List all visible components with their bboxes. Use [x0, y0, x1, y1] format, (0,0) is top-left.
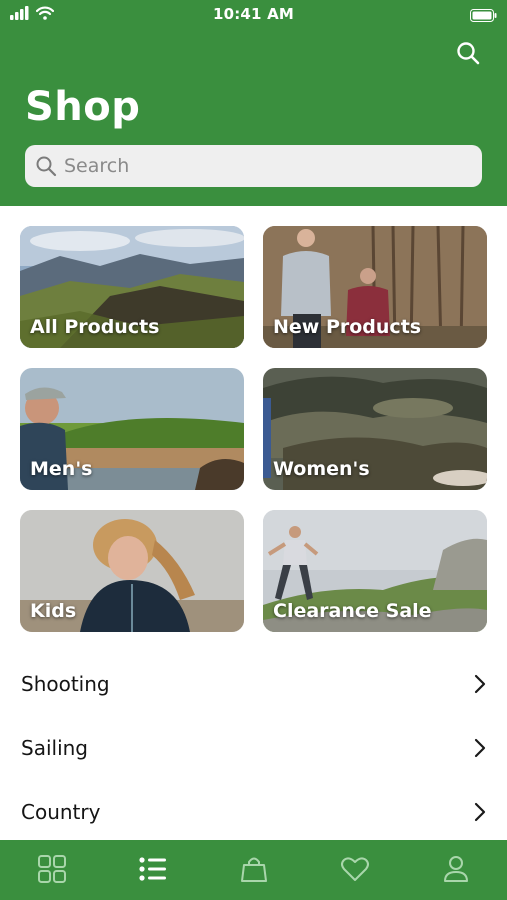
- battery-icon: [470, 9, 497, 22]
- search-input[interactable]: Search: [25, 145, 482, 187]
- category-label: Country: [21, 800, 101, 824]
- category-label: Shooting: [21, 672, 110, 696]
- status-bar: 10:41 AM: [0, 0, 507, 28]
- tile-womens[interactable]: Women's: [263, 368, 487, 490]
- search-placeholder: Search: [64, 155, 130, 177]
- search-field-icon: [36, 156, 57, 177]
- tab-bar: [0, 840, 507, 900]
- tile-label: All Products: [30, 316, 160, 338]
- tile-kids[interactable]: Kids: [20, 510, 244, 632]
- tile-label: Kids: [30, 600, 77, 622]
- category-row-sailing[interactable]: Sailing: [0, 716, 507, 780]
- tile-label: Clearance Sale: [273, 600, 432, 622]
- tile-new-products[interactable]: New Products: [263, 226, 487, 348]
- category-row-country[interactable]: Country: [0, 780, 507, 844]
- page-title: Shop: [25, 84, 141, 130]
- tile-label: Men's: [30, 458, 93, 480]
- chevron-right-icon: [474, 674, 486, 694]
- header: 10:41 AM Shop Search: [0, 0, 507, 206]
- category-row-shooting[interactable]: Shooting: [0, 652, 507, 716]
- search-icon[interactable]: [455, 40, 481, 66]
- tile-all-products[interactable]: All Products: [20, 226, 244, 348]
- tile-label: New Products: [273, 316, 422, 338]
- tile-clearance-sale[interactable]: Clearance Sale: [263, 510, 487, 632]
- chevron-right-icon: [474, 802, 486, 822]
- chevron-right-icon: [474, 738, 486, 758]
- tile-mens[interactable]: Men's: [20, 368, 244, 490]
- tile-label: Women's: [273, 458, 370, 480]
- shopping-bag-icon[interactable]: [239, 854, 269, 884]
- category-label: Sailing: [21, 736, 88, 760]
- list-icon[interactable]: [138, 854, 168, 884]
- profile-icon[interactable]: [441, 854, 471, 884]
- grid-icon[interactable]: [37, 854, 67, 884]
- heart-icon[interactable]: [340, 854, 370, 884]
- status-time: 10:41 AM: [212, 5, 295, 23]
